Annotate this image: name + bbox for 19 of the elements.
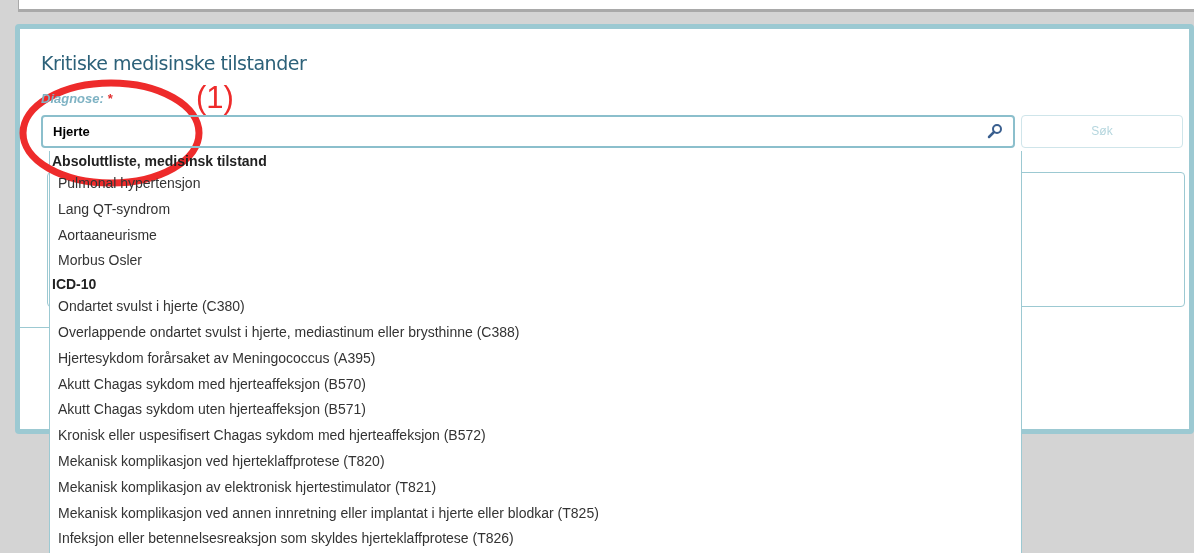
suggestion-item[interactable]: Mekanisk komplikasjon av elektronisk hjertestimulator (T821) bbox=[50, 474, 1021, 501]
required-mark: * bbox=[107, 90, 113, 108]
search-icon[interactable] bbox=[987, 122, 1003, 139]
group-heading: ICD-10 bbox=[51, 275, 98, 295]
suggestion-item[interactable]: Hjertesykdom forårsaket av Meningococcus (A395) bbox=[50, 345, 1021, 372]
suggestion-item[interactable]: Mekanisk komplikasjon ved hjerteklaffprotese (T820) bbox=[50, 448, 1021, 475]
suggestion-item[interactable]: Infeksjon eller betennelsesreaksjon som skyldes hjerteklaffprotese (T826) bbox=[50, 526, 1021, 553]
suggestion-item[interactable]: Kronisk eller uspesifisert Chagas sykdom med hjerteaffeksjon (B572) bbox=[50, 423, 1021, 449]
annotation-label: (1) bbox=[196, 79, 234, 117]
section-title: Kritiske medisinske tilstander bbox=[41, 51, 308, 76]
suggestion-item[interactable]: Overlappende ondartet svulst i hjerte, mediastinum eller brysthinne (C388) bbox=[50, 320, 1021, 346]
suggestion-item[interactable]: Morbus Osler bbox=[50, 248, 1021, 275]
suggestion-item[interactable]: Aortaaneurisme bbox=[50, 222, 1021, 249]
suggestion-item[interactable]: Mekanisk komplikasjon ved annen innretning eller implantat i hjerte eller blodkar (T825) bbox=[50, 500, 1021, 527]
suggestion-item[interactable]: Ondartet svulst i hjerte (C380) bbox=[50, 294, 1021, 320]
suggestion-item[interactable]: Lang QT-syndrom bbox=[50, 196, 1021, 223]
diagnosis-search-field[interactable]: Hjerte bbox=[41, 114, 1015, 148]
suggestion-item[interactable]: Akutt Chagas sykdom med hjerteaffeksjon (B570) bbox=[50, 371, 1021, 398]
suggestion-item[interactable]: Akutt Chagas sykdom uten hjerteaffeksjon (B571) bbox=[50, 397, 1021, 424]
